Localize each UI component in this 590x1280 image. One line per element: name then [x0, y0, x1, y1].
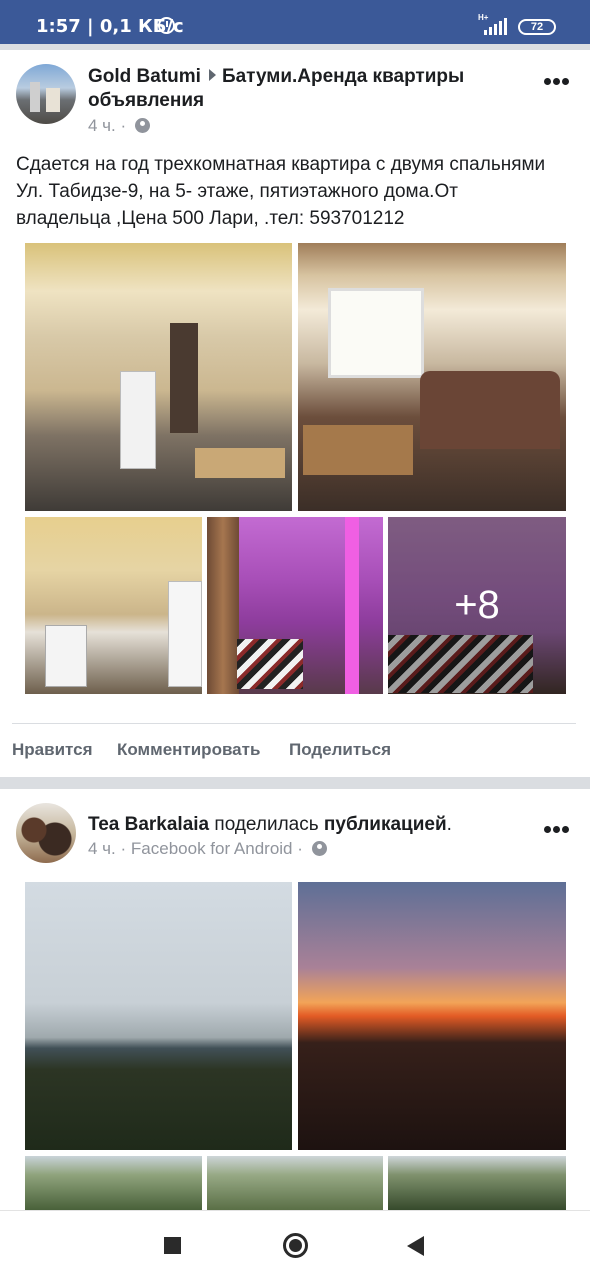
- washer-shape: [45, 625, 87, 687]
- dot-icon: [553, 826, 560, 833]
- door-shape: [170, 323, 198, 433]
- table-shape: [303, 425, 413, 475]
- author-name[interactable]: Tea Barkalaia: [88, 814, 209, 835]
- fridge-shape: [120, 371, 156, 469]
- post-title: Tea Barkalaia поделилась публикацией.: [88, 813, 530, 837]
- photo-trees-3[interactable]: [388, 1156, 566, 1210]
- table-shape: [195, 448, 285, 478]
- dot-icon: [544, 826, 551, 833]
- share-button[interactable]: Поделиться: [289, 740, 391, 760]
- back-triangle-icon[interactable]: [407, 1236, 424, 1256]
- photo-kitchen[interactable]: [25, 243, 292, 511]
- comment-button[interactable]: Комментировать: [117, 740, 260, 760]
- author-avatar[interactable]: [16, 64, 76, 124]
- actions-divider: [12, 723, 576, 724]
- post-time[interactable]: 4 ч.: [88, 839, 116, 858]
- photo-living-room[interactable]: [298, 243, 566, 511]
- more-options-button[interactable]: [544, 78, 570, 86]
- curtain-shape: [345, 517, 359, 694]
- bed-shape: [237, 639, 303, 689]
- more-options-button[interactable]: [544, 826, 570, 834]
- photo-bedroom-2[interactable]: +8: [388, 517, 566, 694]
- fridge-shape: [168, 581, 202, 687]
- meta-separator: ·: [297, 839, 303, 858]
- curtain-shape: [207, 517, 239, 694]
- shared-text: поделилась: [214, 814, 319, 835]
- top-divider: [0, 44, 590, 50]
- author-avatar[interactable]: [16, 803, 76, 863]
- post-source: Facebook for Android: [130, 839, 293, 858]
- meta-separator: ·: [120, 839, 127, 858]
- post-text: Сдается на год трехкомнатная квартира с …: [16, 154, 546, 229]
- dot-icon: [562, 78, 569, 85]
- dot-icon: [544, 78, 551, 85]
- window-shape: [328, 288, 424, 378]
- battery-icon: 72: [518, 19, 556, 35]
- dot-icon: [562, 826, 569, 833]
- post-separator: [0, 777, 590, 789]
- like-button[interactable]: Нравится: [12, 740, 93, 760]
- arrow-right-icon: [208, 69, 216, 81]
- photo-trees-2[interactable]: [207, 1156, 383, 1210]
- status-bar: 1:57 | 0,1 КБ/с H+ 72: [0, 0, 590, 44]
- recents-square-icon[interactable]: [164, 1237, 181, 1254]
- post-meta: 4 ч. · Facebook for Android ·: [88, 839, 327, 859]
- photo-sunset[interactable]: [298, 882, 566, 1150]
- photo-bedroom-purple[interactable]: [207, 517, 383, 694]
- home-circle-icon[interactable]: [283, 1233, 308, 1258]
- photo-kitchen-2[interactable]: [25, 517, 202, 694]
- signal-icon: [484, 18, 507, 35]
- alarm-icon: [158, 17, 175, 34]
- globe-icon: [311, 841, 327, 856]
- post-time[interactable]: 4 ч.: [88, 116, 116, 135]
- post-title: Gold Batumi Батуми.Аренда квартиры объявл…: [88, 65, 530, 113]
- meta-separator: ·: [120, 116, 127, 135]
- author-name[interactable]: Gold Batumi: [88, 66, 201, 87]
- dot-icon: [553, 78, 560, 85]
- globe-icon: [134, 118, 150, 133]
- sofa-shape: [420, 371, 560, 449]
- post-meta: 4 ч. ·: [88, 116, 150, 136]
- more-photos-overlay[interactable]: +8: [388, 517, 566, 694]
- android-nav-bar: [0, 1210, 590, 1280]
- photo-city-view[interactable]: [25, 882, 292, 1150]
- shared-object-link[interactable]: публикацией: [324, 814, 447, 835]
- photo-trees-1[interactable]: [25, 1156, 202, 1210]
- title-period: .: [446, 814, 452, 835]
